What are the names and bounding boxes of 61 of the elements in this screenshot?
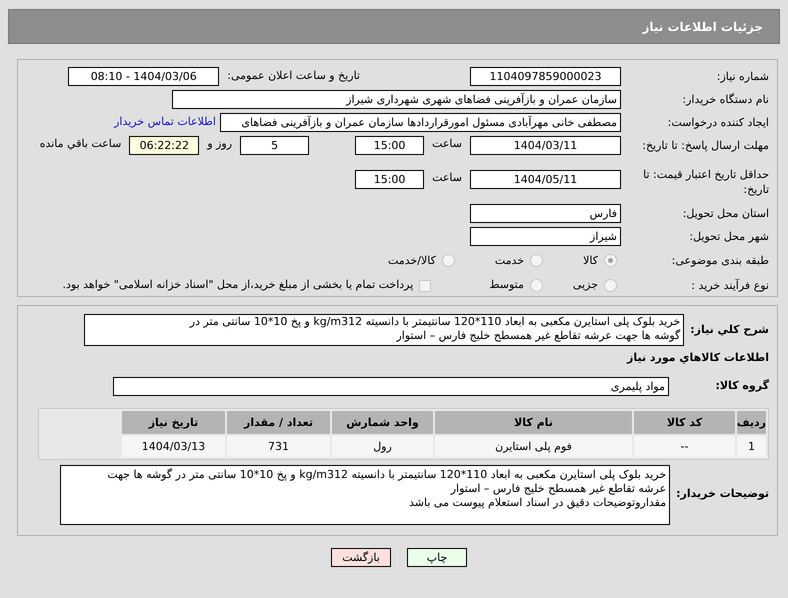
table-cell: رول: [332, 436, 433, 456]
field-label: ایجاد کننده درخواست:: [666, 115, 769, 130]
option-label: خدمت: [494, 252, 524, 269]
table-cell: 731: [227, 436, 330, 456]
text-field[interactable]: مصطفی خانی مهرآبادی مسئول امورقراردادها سازمان عمران و بازآفرینی فضاهای: [220, 113, 621, 132]
text-field[interactable]: 1404/05/11: [470, 170, 621, 190]
field-label: شهر محل تحویل:: [688, 229, 769, 244]
field-label: ساعت باقي مانده: [40, 136, 122, 152]
table-cell: 1404/03/13: [122, 436, 225, 456]
field-label: استان محل تحویل:: [682, 206, 769, 222]
radio-button[interactable]: [604, 254, 617, 268]
table-cell: 1: [737, 436, 766, 456]
column-header: واحد شمارش: [332, 410, 433, 434]
column-header: نام کالا: [435, 410, 632, 434]
field-label: شماره نیاز:: [716, 69, 769, 84]
field-label: طبقه بندی موضوعی:: [670, 253, 769, 268]
option-label: کالا/خدمت: [388, 252, 436, 269]
field-label: نام دستگاه خریدار:: [681, 92, 769, 107]
radio-button[interactable]: [442, 254, 455, 268]
text-field[interactable]: شیراز: [470, 227, 621, 246]
field-label: ساعت: [432, 170, 462, 186]
column-header: ردیف: [737, 410, 766, 434]
field-label: روز و: [207, 136, 232, 152]
radio-button[interactable]: [530, 279, 543, 292]
section-label: توضیحات خریدار:: [676, 486, 769, 502]
notes-textarea[interactable]: خرید بلوک پلی استایرن مکعبی به ابعاد 110*120 سانتیمتر با دانسیته kg/m312 و پخ 10*10 سانتی متر در گوشه ها جهت عرشه تقاطع غیر همسطح خلیج فارس – استوار مقداروتوضیحات دقیق در اسناد استعلام پیوست می باشد: [60, 464, 670, 524]
text-field[interactable]: 06:22:22: [129, 136, 200, 155]
column-header: کد کالا: [634, 410, 735, 434]
option-label: جزیی: [572, 277, 598, 294]
print-button[interactable]: چاپ: [407, 548, 467, 566]
column-header: تعداد / مقدار: [227, 410, 330, 434]
text-field[interactable]: 5: [240, 136, 310, 155]
section-label: گروه کالا:: [714, 378, 769, 394]
text-field[interactable]: 1404/03/06 - 08:10: [68, 67, 220, 86]
summary-textarea[interactable]: خرید بلوک پلی استایرن مکعبی به ابعاد 110*120 سانتیمتر با دانسیته kg/m312 و پخ 10*10 سانتی متر در گوشه ها جهت عرشه تقاطع غیر همسطح خلیج فارس – استوار: [84, 314, 684, 346]
column-header: تاریخ نیاز: [122, 410, 225, 434]
text-field[interactable]: 1104097859000023: [470, 67, 621, 86]
option-label: متوسط: [489, 277, 524, 294]
page-title: جزئیات اطلاعات نیاز: [642, 18, 763, 36]
field-label: تاریخ و ساعت اعلان عمومی:: [227, 68, 360, 84]
text-field[interactable]: مواد پلیمری: [113, 376, 669, 396]
field-label: حداقل تاریخ اعتبار قیمت: تا تاریخ:: [642, 167, 769, 198]
back-button[interactable]: بازگشت: [331, 548, 391, 566]
section-heading: اطلاعات کالاهاي مورد نياز: [627, 350, 769, 366]
radio-button[interactable]: [530, 254, 544, 268]
field-label: ساعت: [432, 136, 462, 152]
checkbox[interactable]: [419, 280, 432, 292]
radio-button[interactable]: [604, 279, 617, 292]
table-cell: فوم پلی استایرن: [435, 436, 632, 456]
checkbox-label: پرداخت تمام یا بخشی از مبلغ خرید،از محل "اسناد خزانه اسلامی" خواهد بود.: [62, 277, 414, 294]
contact-link[interactable]: اطلاعات تماس خریدار: [114, 114, 216, 131]
text-field[interactable]: 15:00: [355, 170, 424, 190]
text-field[interactable]: فارس: [470, 204, 621, 224]
option-label: کالا: [583, 252, 598, 269]
text-field[interactable]: سازمان عمران و بازآفرینی فضاهای شهری شهرداری شیراز: [172, 90, 621, 109]
text-field[interactable]: 1404/03/11: [470, 136, 621, 155]
section-label: شرح کلي نياز:: [690, 322, 769, 338]
text-field[interactable]: 15:00: [355, 136, 424, 155]
table-cell: --: [634, 436, 735, 456]
field-label: مهلت ارسال پاسخ: تا تاریخ:: [641, 138, 769, 153]
field-label: نوع فرآیند خرید :: [690, 278, 769, 294]
